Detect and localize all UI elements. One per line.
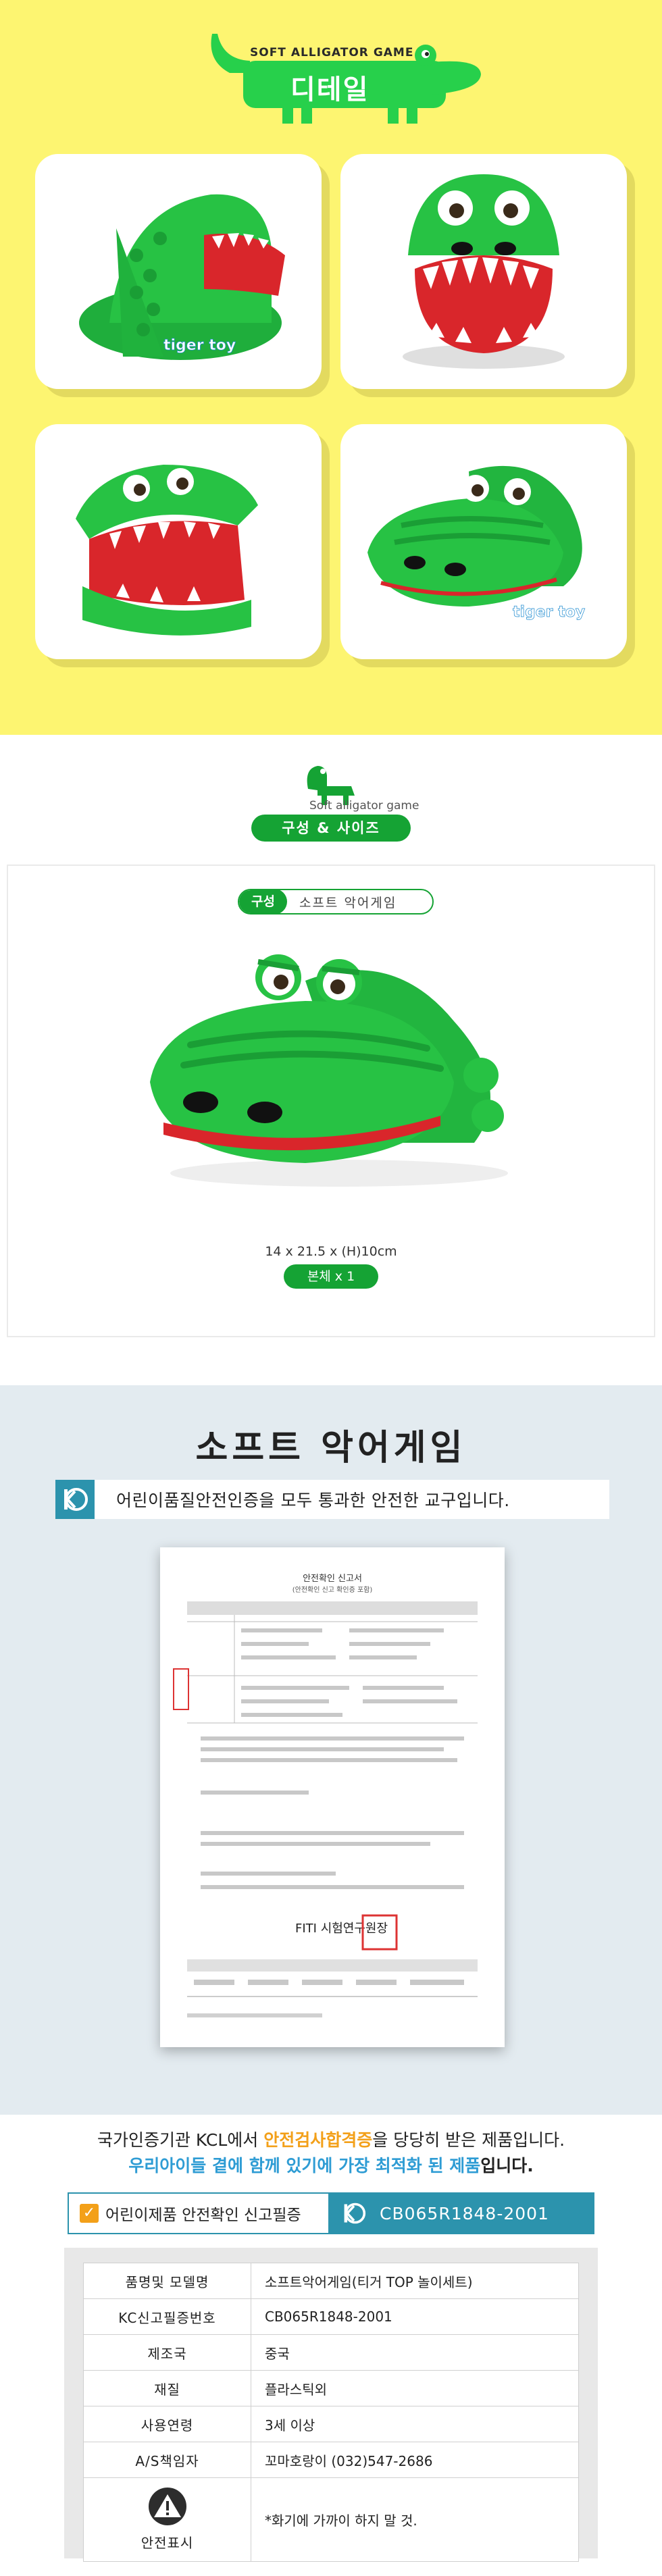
cert-title: 안전확인 신고서 [303, 1574, 362, 1584]
kcl-line-2-b: 입니다. [480, 2156, 534, 2175]
table-row: A/S책임자 꼬마호랑이 (032)547-2686 [83, 2442, 579, 2478]
compose-subtitle: Soft alligator game [309, 799, 419, 813]
spec-table: 품명및 모델명 소프트악어게임(티거 TOP 놀이세트) KC신고필증번호 CB… [83, 2263, 579, 2562]
spec-value: 중국 [251, 2334, 579, 2371]
count-badge: 본체 x 1 [284, 1264, 378, 1289]
warning-key-cell: 안전표시 [83, 2477, 251, 2562]
product-tag: 구성 소프트 악어게임 [238, 889, 434, 915]
report-label: 어린이제품 안전확인 신고필증 [105, 2207, 301, 2224]
crocodile-side-image: tiger toy [79, 194, 285, 360]
kc-mark-icon [340, 2200, 367, 2227]
kcl-line-1-highlight: 안전검사합격증 [263, 2130, 373, 2150]
compose-title: 구성 & 사이즈 [251, 815, 411, 842]
compose-box: 구성 소프트 악어게임 14 x 21.5 x (H)10cm 본체 x 1 [7, 865, 655, 1337]
spec-key: 재질 [83, 2370, 251, 2406]
spec-key: 품명및 모델명 [83, 2263, 251, 2299]
photo-card-closed: tiger toy [340, 424, 627, 659]
kc-banner: 어린이품질안전인증을 모두 통과한 안전한 교구입니다. [55, 1480, 609, 1519]
photo-card-left [35, 424, 322, 659]
spec-key: A/S책임자 [83, 2442, 251, 2478]
kcl-line-2: 우리아이들 곁에 함께 있기에 가장 최적화 된 제품입니다. [0, 2153, 662, 2177]
safety-section: 소프트 악어게임 어린이품질안전인증을 모두 통과한 안전한 교구입니다. 안전… [0, 1385, 662, 2115]
kcl-section: 국가인증기관 KCL에서 안전검사합격증을 당당히 받은 제품입니다. 우리아이… [0, 2115, 662, 2576]
detail-subtitle: SOFT ALLIGATOR GAME [250, 46, 414, 59]
crocodile-main-image [150, 954, 508, 1187]
check-icon: ✓ [80, 2204, 99, 2223]
photo-card-side: tiger toy [35, 154, 322, 389]
spec-value: 플라스틱외 [251, 2370, 579, 2406]
table-row-warning: 안전표시 *화기에 가까이 하지 말 것. [83, 2477, 579, 2562]
warning-key: 안전표시 [141, 2535, 194, 2551]
spec-value: CB065R1848-2001 [251, 2298, 579, 2335]
cert-subtitle: (안전확인 신고 확인증 포함) [292, 1586, 373, 1594]
report-label-box: ✓ 어린이제품 안전확인 신고필증 [68, 2192, 330, 2234]
crocodile-closed-image: tiger toy [367, 465, 586, 621]
spec-value: 소프트악어게임(티거 TOP 놀이세트) [251, 2263, 579, 2299]
report-row: ✓ 어린이제품 안전확인 신고필증 CB065R1848-2001 [68, 2192, 594, 2234]
compose-logo: Soft alligator game 구성 & 사이즈 [243, 762, 419, 856]
tag-name: 소프트 악어게임 [299, 895, 397, 910]
spec-value: 꼬마호랑이 (032)547-2686 [251, 2442, 579, 2478]
table-row: 품명및 모델명 소프트악어게임(티거 TOP 놀이세트) [83, 2263, 579, 2299]
detail-logo: SOFT ALLIGATOR GAME 디테일 [203, 20, 486, 142]
tag-label: 구성 [239, 890, 287, 913]
safety-title: 소프트 악어게임 [195, 1428, 467, 1468]
table-row: KC신고필증번호 CB065R1848-2001 [83, 2298, 579, 2335]
dimensions-text: 14 x 21.5 x (H)10cm [265, 1244, 397, 1259]
kcl-line-1: 국가인증기관 KCL에서 안전검사합격증을 당당히 받은 제품입니다. [0, 2127, 662, 2151]
table-row: 재질 플라스틱외 [83, 2370, 579, 2406]
photo-card-front [340, 154, 627, 389]
compose-section: Soft alligator game 구성 & 사이즈 구성 소프트 악어게임 [0, 735, 662, 1385]
spec-key: KC신고필증번호 [83, 2298, 251, 2335]
kc-banner-text: 어린이품질안전인증을 모두 통과한 안전한 교구입니다. [116, 1491, 510, 1510]
warning-icon [148, 2488, 186, 2525]
watermark-1: tiger toy [163, 337, 236, 354]
crocodile-left-image [76, 465, 258, 636]
table-row: 제조국 중국 [83, 2334, 579, 2371]
report-number-box: CB065R1848-2001 [330, 2192, 594, 2234]
kcl-line-1-a: 국가인증기관 KCL에서 [97, 2130, 264, 2150]
watermark-2: tiger toy [513, 604, 585, 621]
spec-table-wrap: 품명및 모델명 소프트악어게임(티거 TOP 놀이세트) KC신고필증번호 CB… [64, 2248, 598, 2562]
spec-value: 3세 이상 [251, 2406, 579, 2442]
product-image [136, 920, 528, 1210]
warning-value: *화기에 가까이 하지 말 것. [251, 2477, 579, 2562]
detail-title: 디테일 [290, 74, 370, 105]
spec-key: 사용연령 [83, 2406, 251, 2442]
kcl-line-2-highlight: 우리아이들 곁에 함께 있기에 가장 최적화 된 제품 [128, 2156, 481, 2175]
certificate-image: 안전확인 신고서 (안전확인 신고 확인증 포함) FITI 시험연구원장 [173, 1574, 478, 2017]
kcl-line-1-b: 을 당당히 받은 제품입니다. [372, 2130, 565, 2150]
table-row: 사용연령 3세 이상 [83, 2406, 579, 2442]
cert-org: FITI 시험연구원장 [295, 1922, 388, 1936]
crocodile-front-image [403, 174, 565, 369]
detail-section: SOFT ALLIGATOR GAME 디테일 tiger toy tiger … [0, 0, 662, 735]
kc-mark-icon [55, 1480, 95, 1519]
spec-key: 제조국 [83, 2334, 251, 2371]
certificate-document: 안전확인 신고서 (안전확인 신고 확인증 포함) FITI 시험연구원장 [160, 1547, 505, 2047]
report-number: CB065R1848-2001 [380, 2203, 549, 2223]
